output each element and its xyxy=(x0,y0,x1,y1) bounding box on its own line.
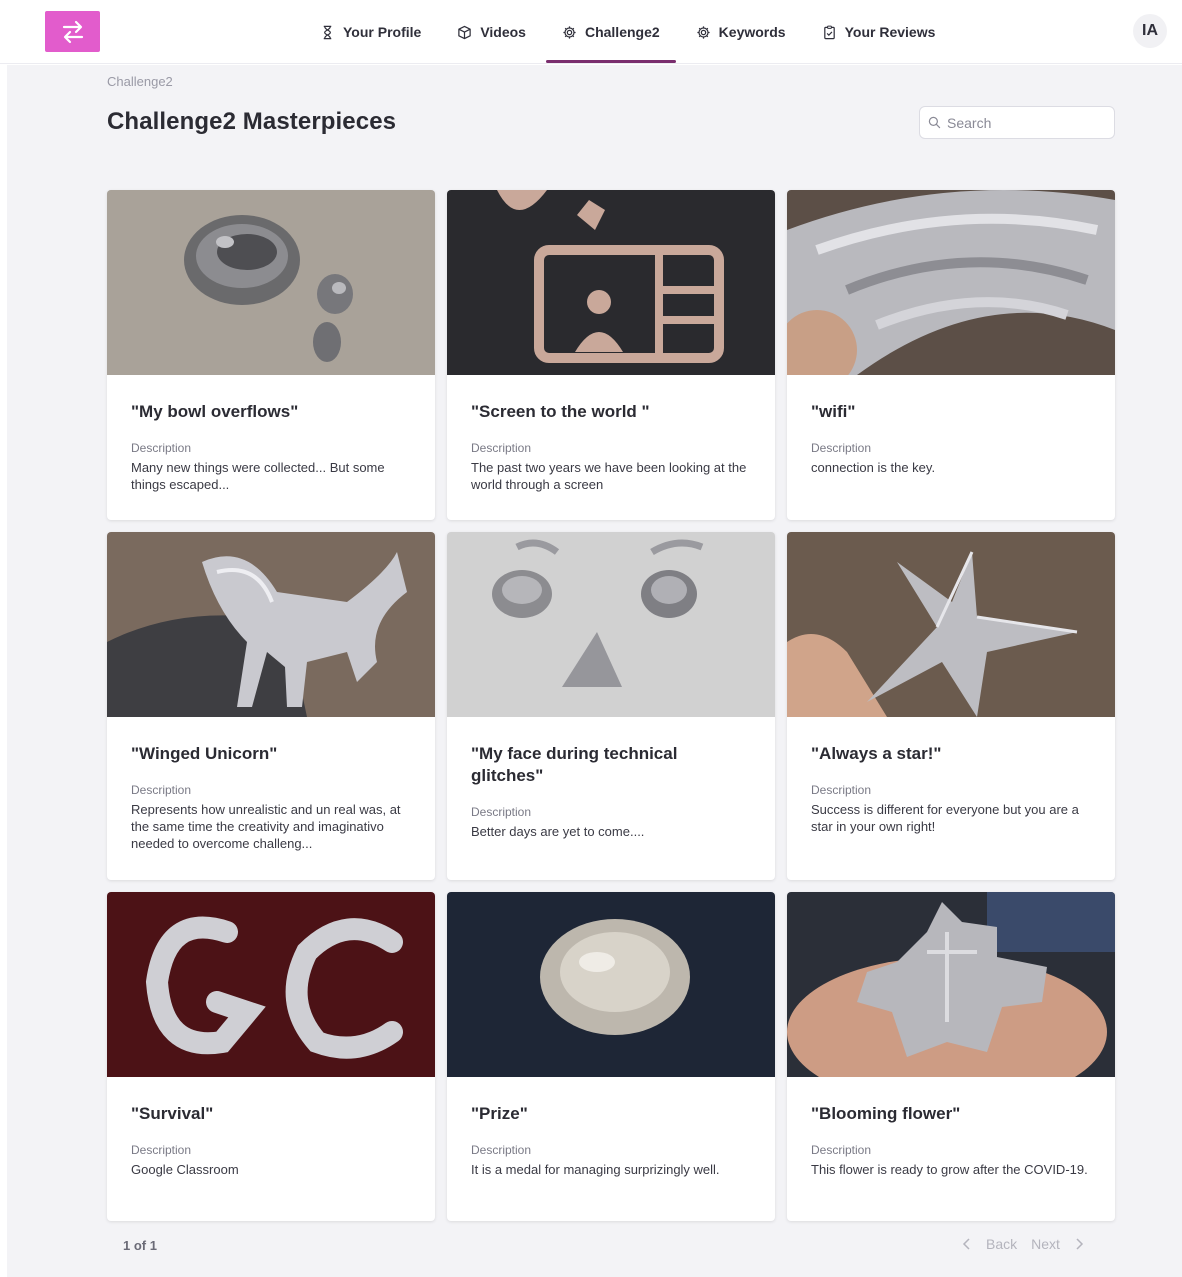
app-logo[interactable] xyxy=(45,11,100,52)
tab-challenge2[interactable]: Challenge2 xyxy=(544,0,678,64)
masterpiece-grid: "My bowl overflows" Description Many new… xyxy=(107,190,1115,1221)
next-button[interactable]: Next xyxy=(1031,1236,1060,1252)
masterpiece-card[interactable]: "My bowl overflows" Description Many new… xyxy=(107,190,435,520)
clipboard-check-icon xyxy=(823,25,835,39)
description-label: Description xyxy=(131,1143,192,1157)
card-description: Success is different for everyone but yo… xyxy=(811,802,1079,834)
main-nav: Your Profile Videos Challenge2 Keywords … xyxy=(302,0,953,64)
tab-your-reviews[interactable]: Your Reviews xyxy=(804,0,954,64)
tab-label: Keywords xyxy=(718,24,786,40)
gear-icon xyxy=(563,25,576,39)
description-label: Description xyxy=(811,1143,872,1157)
card-title: "Screen to the world " xyxy=(471,402,650,421)
card-description: Google Classroom xyxy=(131,1162,239,1177)
main-content: Challenge2 Challenge2 Masterpieces "My b… xyxy=(7,65,1182,1277)
masterpiece-card[interactable]: "Prize" Description It is a medal for ma… xyxy=(447,892,775,1221)
tab-label: Your Reviews xyxy=(844,24,936,40)
search-icon xyxy=(928,116,941,129)
breadcrumb[interactable]: Challenge2 xyxy=(107,74,173,89)
chevron-right-icon[interactable] xyxy=(1074,1237,1084,1251)
hourglass-icon xyxy=(323,25,332,39)
masterpiece-card[interactable]: "Always a star!" Description Success is … xyxy=(787,532,1115,880)
card-title: "Blooming flower" xyxy=(811,1104,961,1123)
masterpiece-card[interactable]: "wifi" Description connection is the key… xyxy=(787,190,1115,520)
chevron-left-icon[interactable] xyxy=(962,1237,972,1251)
card-title: "wifi" xyxy=(811,402,856,421)
description-label: Description xyxy=(811,441,872,455)
card-description: This flower is ready to grow after the C… xyxy=(811,1162,1088,1177)
card-description: connection is the key. xyxy=(811,460,936,475)
foil-face-photo xyxy=(447,532,775,717)
foil-screen-photo xyxy=(447,190,775,375)
page-title: Challenge2 Masterpieces xyxy=(107,108,397,135)
card-description: Better days are yet to come.... xyxy=(471,824,645,839)
card-description: Represents how unrealistic and un real w… xyxy=(131,802,401,851)
back-button[interactable]: Back xyxy=(986,1236,1017,1252)
description-label: Description xyxy=(471,805,532,819)
card-description: It is a medal for managing surprizingly … xyxy=(471,1162,720,1177)
description-label: Description xyxy=(131,783,192,797)
top-navigation-bar: Your Profile Videos Challenge2 Keywords … xyxy=(0,0,1182,64)
card-title: "Winged Unicorn" xyxy=(131,744,278,763)
masterpiece-card[interactable]: "Screen to the world " Description The p… xyxy=(447,190,775,520)
foil-bowl-photo xyxy=(107,190,435,375)
foil-unicorn-photo xyxy=(107,532,435,717)
description-label: Description xyxy=(471,441,532,455)
foil-star-photo xyxy=(787,532,1115,717)
search-input[interactable] xyxy=(947,114,1107,131)
foil-flower-photo xyxy=(787,892,1115,1077)
tab-label: Videos xyxy=(480,24,526,40)
gear-icon xyxy=(697,25,710,39)
pagination: Back Next xyxy=(962,1236,1084,1252)
tab-keywords[interactable]: Keywords xyxy=(678,0,804,64)
card-title: "Always a star!" xyxy=(811,744,942,763)
tab-label: Your Profile xyxy=(343,24,422,40)
card-description: Many new things were collected... But so… xyxy=(131,460,385,492)
masterpiece-card[interactable]: "Winged Unicorn" Description Represents … xyxy=(107,532,435,880)
description-label: Description xyxy=(471,1143,532,1157)
card-title: "Prize" xyxy=(471,1104,528,1123)
masterpiece-card[interactable]: "My face during technical glitches" Desc… xyxy=(447,532,775,880)
foil-wifi-photo xyxy=(787,190,1115,375)
card-title: "Survival" xyxy=(131,1104,214,1123)
user-avatar[interactable]: IA xyxy=(1133,14,1167,48)
tab-your-profile[interactable]: Your Profile xyxy=(302,0,439,64)
masterpiece-card[interactable]: "Survival" Description Google Classroom xyxy=(107,892,435,1221)
swap-arrows-icon xyxy=(62,20,83,43)
tab-videos[interactable]: Videos xyxy=(439,0,544,64)
card-title: "My face during technical glitches" xyxy=(471,744,678,785)
foil-medal-photo xyxy=(447,892,775,1077)
card-title: "My bowl overflows" xyxy=(131,402,299,421)
description-label: Description xyxy=(131,441,192,455)
masterpiece-card[interactable]: "Blooming flower" Description This flowe… xyxy=(787,892,1115,1221)
page-count: 1 of 1 xyxy=(123,1238,157,1253)
cube-icon xyxy=(458,25,472,39)
tab-label: Challenge2 xyxy=(584,24,660,40)
search-box[interactable] xyxy=(919,106,1115,139)
card-description: The past two years we have been looking … xyxy=(471,460,747,492)
description-label: Description xyxy=(811,783,872,797)
foil-gc-letters-photo xyxy=(107,892,435,1077)
